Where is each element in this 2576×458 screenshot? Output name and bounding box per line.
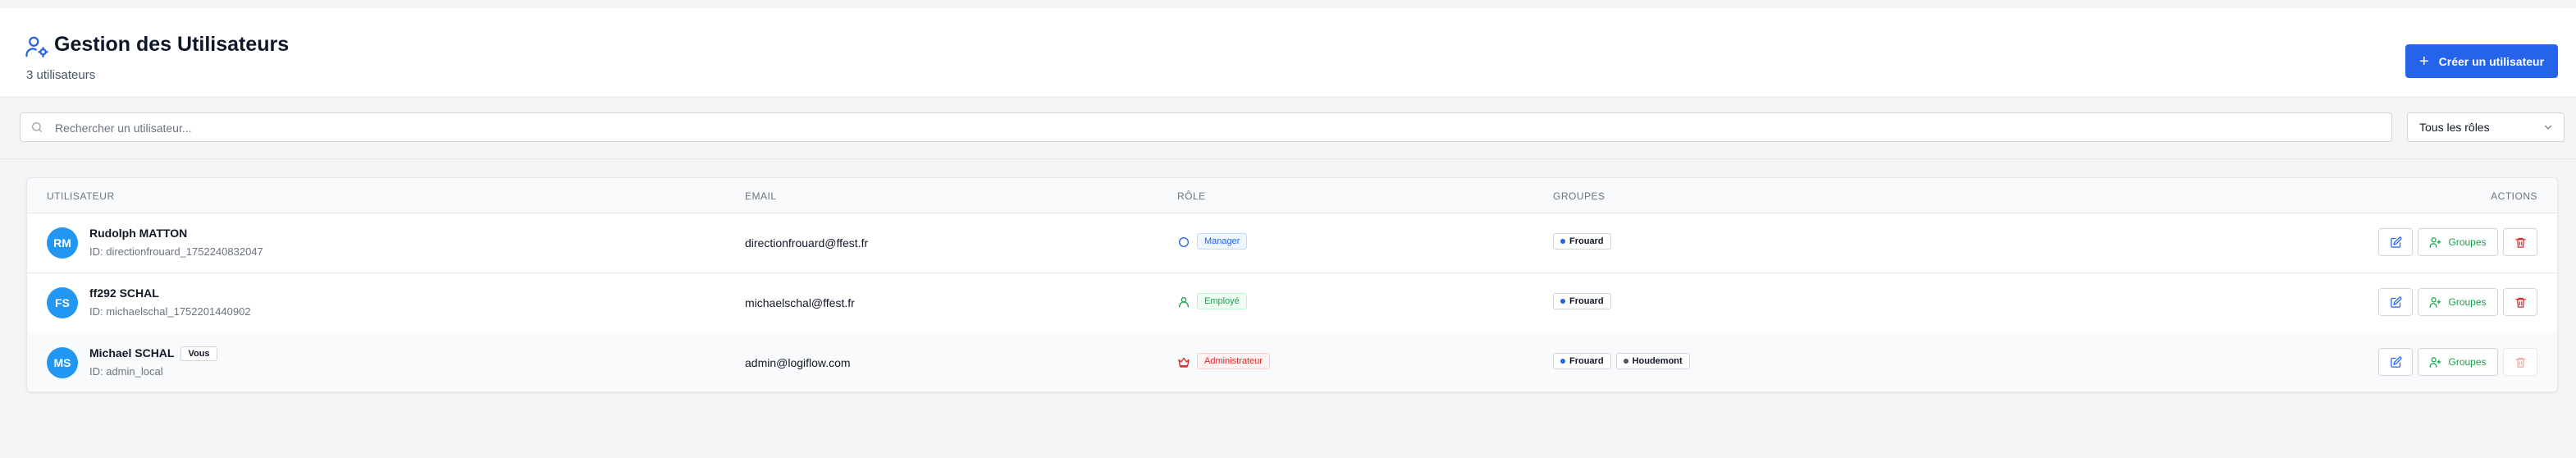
- group-dot: [1560, 359, 1565, 364]
- user-plus-icon: [2429, 296, 2441, 309]
- plus-icon: +: [2418, 52, 2429, 71]
- group-badge: Frouard: [1553, 233, 1611, 250]
- group-dot: [1560, 299, 1565, 304]
- user-id: ID: admin_local: [89, 365, 163, 378]
- group-list: Frouard: [1553, 293, 1611, 309]
- table-row: RM Rudolph MATTON ID: directionfrouard_1…: [27, 213, 2557, 273]
- edit-button[interactable]: [2378, 348, 2413, 376]
- create-user-button[interactable]: + Créer un utilisateur: [2405, 44, 2558, 78]
- search-box: [20, 112, 2392, 143]
- manage-groups-button[interactable]: Groupes: [2418, 288, 2498, 316]
- group-badge: Frouard: [1553, 353, 1611, 369]
- avatar: FS: [47, 287, 78, 318]
- group-name: Frouard: [1569, 356, 1604, 366]
- user-id: ID: directionfrouard_1752240832047: [89, 245, 263, 258]
- col-user: UTILISATEUR: [47, 190, 115, 202]
- crown-icon: [1177, 355, 1190, 369]
- page-title: Gestion des Utilisateurs: [54, 33, 290, 56]
- group-list: Frouard Houdemont: [1553, 353, 1690, 369]
- manage-groups-button[interactable]: Groupes: [2418, 228, 2498, 256]
- edit-icon: [2390, 236, 2402, 249]
- group-badge: Houdemont: [1615, 353, 1690, 369]
- groups-label: Groupes: [2448, 296, 2487, 308]
- avatar: MS: [47, 347, 78, 378]
- col-email: EMAIL: [745, 190, 777, 202]
- user-plus-icon: [2429, 356, 2441, 369]
- user-id: ID: michaelschal_1752201440902: [89, 305, 251, 318]
- user-name: Rudolph MATTON: [89, 227, 187, 240]
- col-groups: GROUPES: [1553, 190, 1605, 202]
- group-list: Frouard: [1553, 233, 1611, 250]
- search-icon: [30, 121, 43, 134]
- manage-groups-button[interactable]: Groupes: [2418, 348, 2498, 376]
- user-plus-icon: [2429, 236, 2441, 249]
- groups-label: Groupes: [2448, 236, 2487, 248]
- role-filter-select[interactable]: Tous les rôles: [2407, 112, 2565, 142]
- group-name: Frouard: [1569, 296, 1604, 306]
- row-actions: Groupes: [2378, 228, 2537, 256]
- create-user-label: Créer un utilisateur: [2438, 54, 2545, 68]
- group-dot: [1623, 359, 1628, 364]
- user-email: michaelschal@ffest.fr: [745, 296, 855, 309]
- user-count: 3 utilisateurs: [26, 68, 96, 82]
- row-actions: Groupes: [2378, 288, 2537, 316]
- user-email: admin@logiflow.com: [745, 356, 851, 369]
- delete-button-disabled: [2503, 348, 2537, 376]
- table-row: MS Michael SCHAL Vous ID: admin_local adm…: [27, 332, 2557, 392]
- edit-icon: [2390, 356, 2402, 369]
- users-table: UTILISATEUR EMAIL RÔLE GROUPES ACTIONS R…: [26, 177, 2558, 392]
- user-icon: [1177, 295, 1190, 309]
- role-badge: Employé: [1197, 293, 1247, 309]
- users-cog-icon: [25, 34, 49, 59]
- group-badge: Frouard: [1553, 293, 1611, 309]
- trash-icon: [2514, 356, 2527, 369]
- divider: [0, 158, 2576, 159]
- search-input[interactable]: [53, 113, 2386, 143]
- user-name-text: Rudolph MATTON: [89, 227, 188, 240]
- role-filter-value: Tous les rôles: [2419, 121, 2490, 134]
- group-name: Frouard: [1569, 236, 1604, 246]
- col-actions: ACTIONS: [2491, 190, 2537, 202]
- group-name: Houdemont: [1632, 356, 1683, 366]
- user-name: Michael SCHAL Vous: [89, 346, 217, 361]
- edit-button[interactable]: [2378, 288, 2413, 316]
- table-header: UTILISATEUR EMAIL RÔLE GROUPES ACTIONS: [27, 178, 2557, 213]
- table-row: FS ff292 SCHAL ID: michaelschal_17522014…: [27, 273, 2557, 333]
- user-name: ff292 SCHAL: [89, 286, 159, 300]
- user-email: directionfrouard@ffest.fr: [745, 236, 869, 250]
- role-badge: Administrateur: [1197, 353, 1270, 369]
- page-header: Gestion des Utilisateurs 3 utilisateurs …: [0, 8, 2576, 98]
- user-name-text: ff292 SCHAL: [89, 286, 159, 300]
- groups-label: Groupes: [2448, 356, 2487, 368]
- col-role: RÔLE: [1177, 190, 1206, 202]
- delete-button[interactable]: [2503, 288, 2537, 316]
- role-badge: Manager: [1197, 233, 1248, 250]
- trash-icon: [2514, 296, 2527, 309]
- group-dot: [1560, 239, 1565, 244]
- edit-icon: [2390, 296, 2402, 309]
- you-badge: Vous: [180, 346, 217, 361]
- circle-icon: [1177, 236, 1190, 249]
- trash-icon: [2514, 236, 2527, 249]
- avatar: RM: [47, 227, 78, 259]
- delete-button[interactable]: [2503, 228, 2537, 256]
- row-actions: Groupes: [2378, 348, 2537, 376]
- chevron-down-icon: [2542, 121, 2554, 133]
- user-name-text: Michael SCHAL: [89, 346, 175, 360]
- edit-button[interactable]: [2378, 228, 2413, 256]
